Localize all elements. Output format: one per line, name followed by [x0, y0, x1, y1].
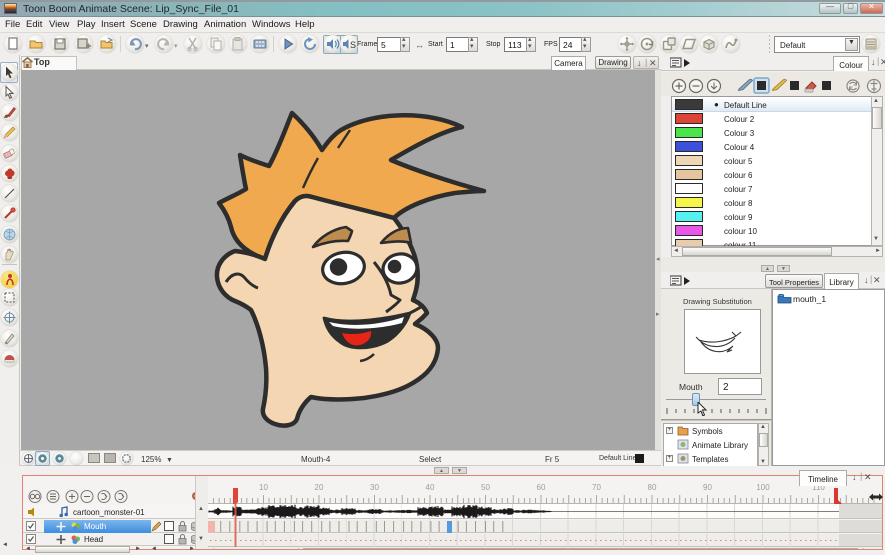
svg-text:S: S	[350, 40, 356, 50]
